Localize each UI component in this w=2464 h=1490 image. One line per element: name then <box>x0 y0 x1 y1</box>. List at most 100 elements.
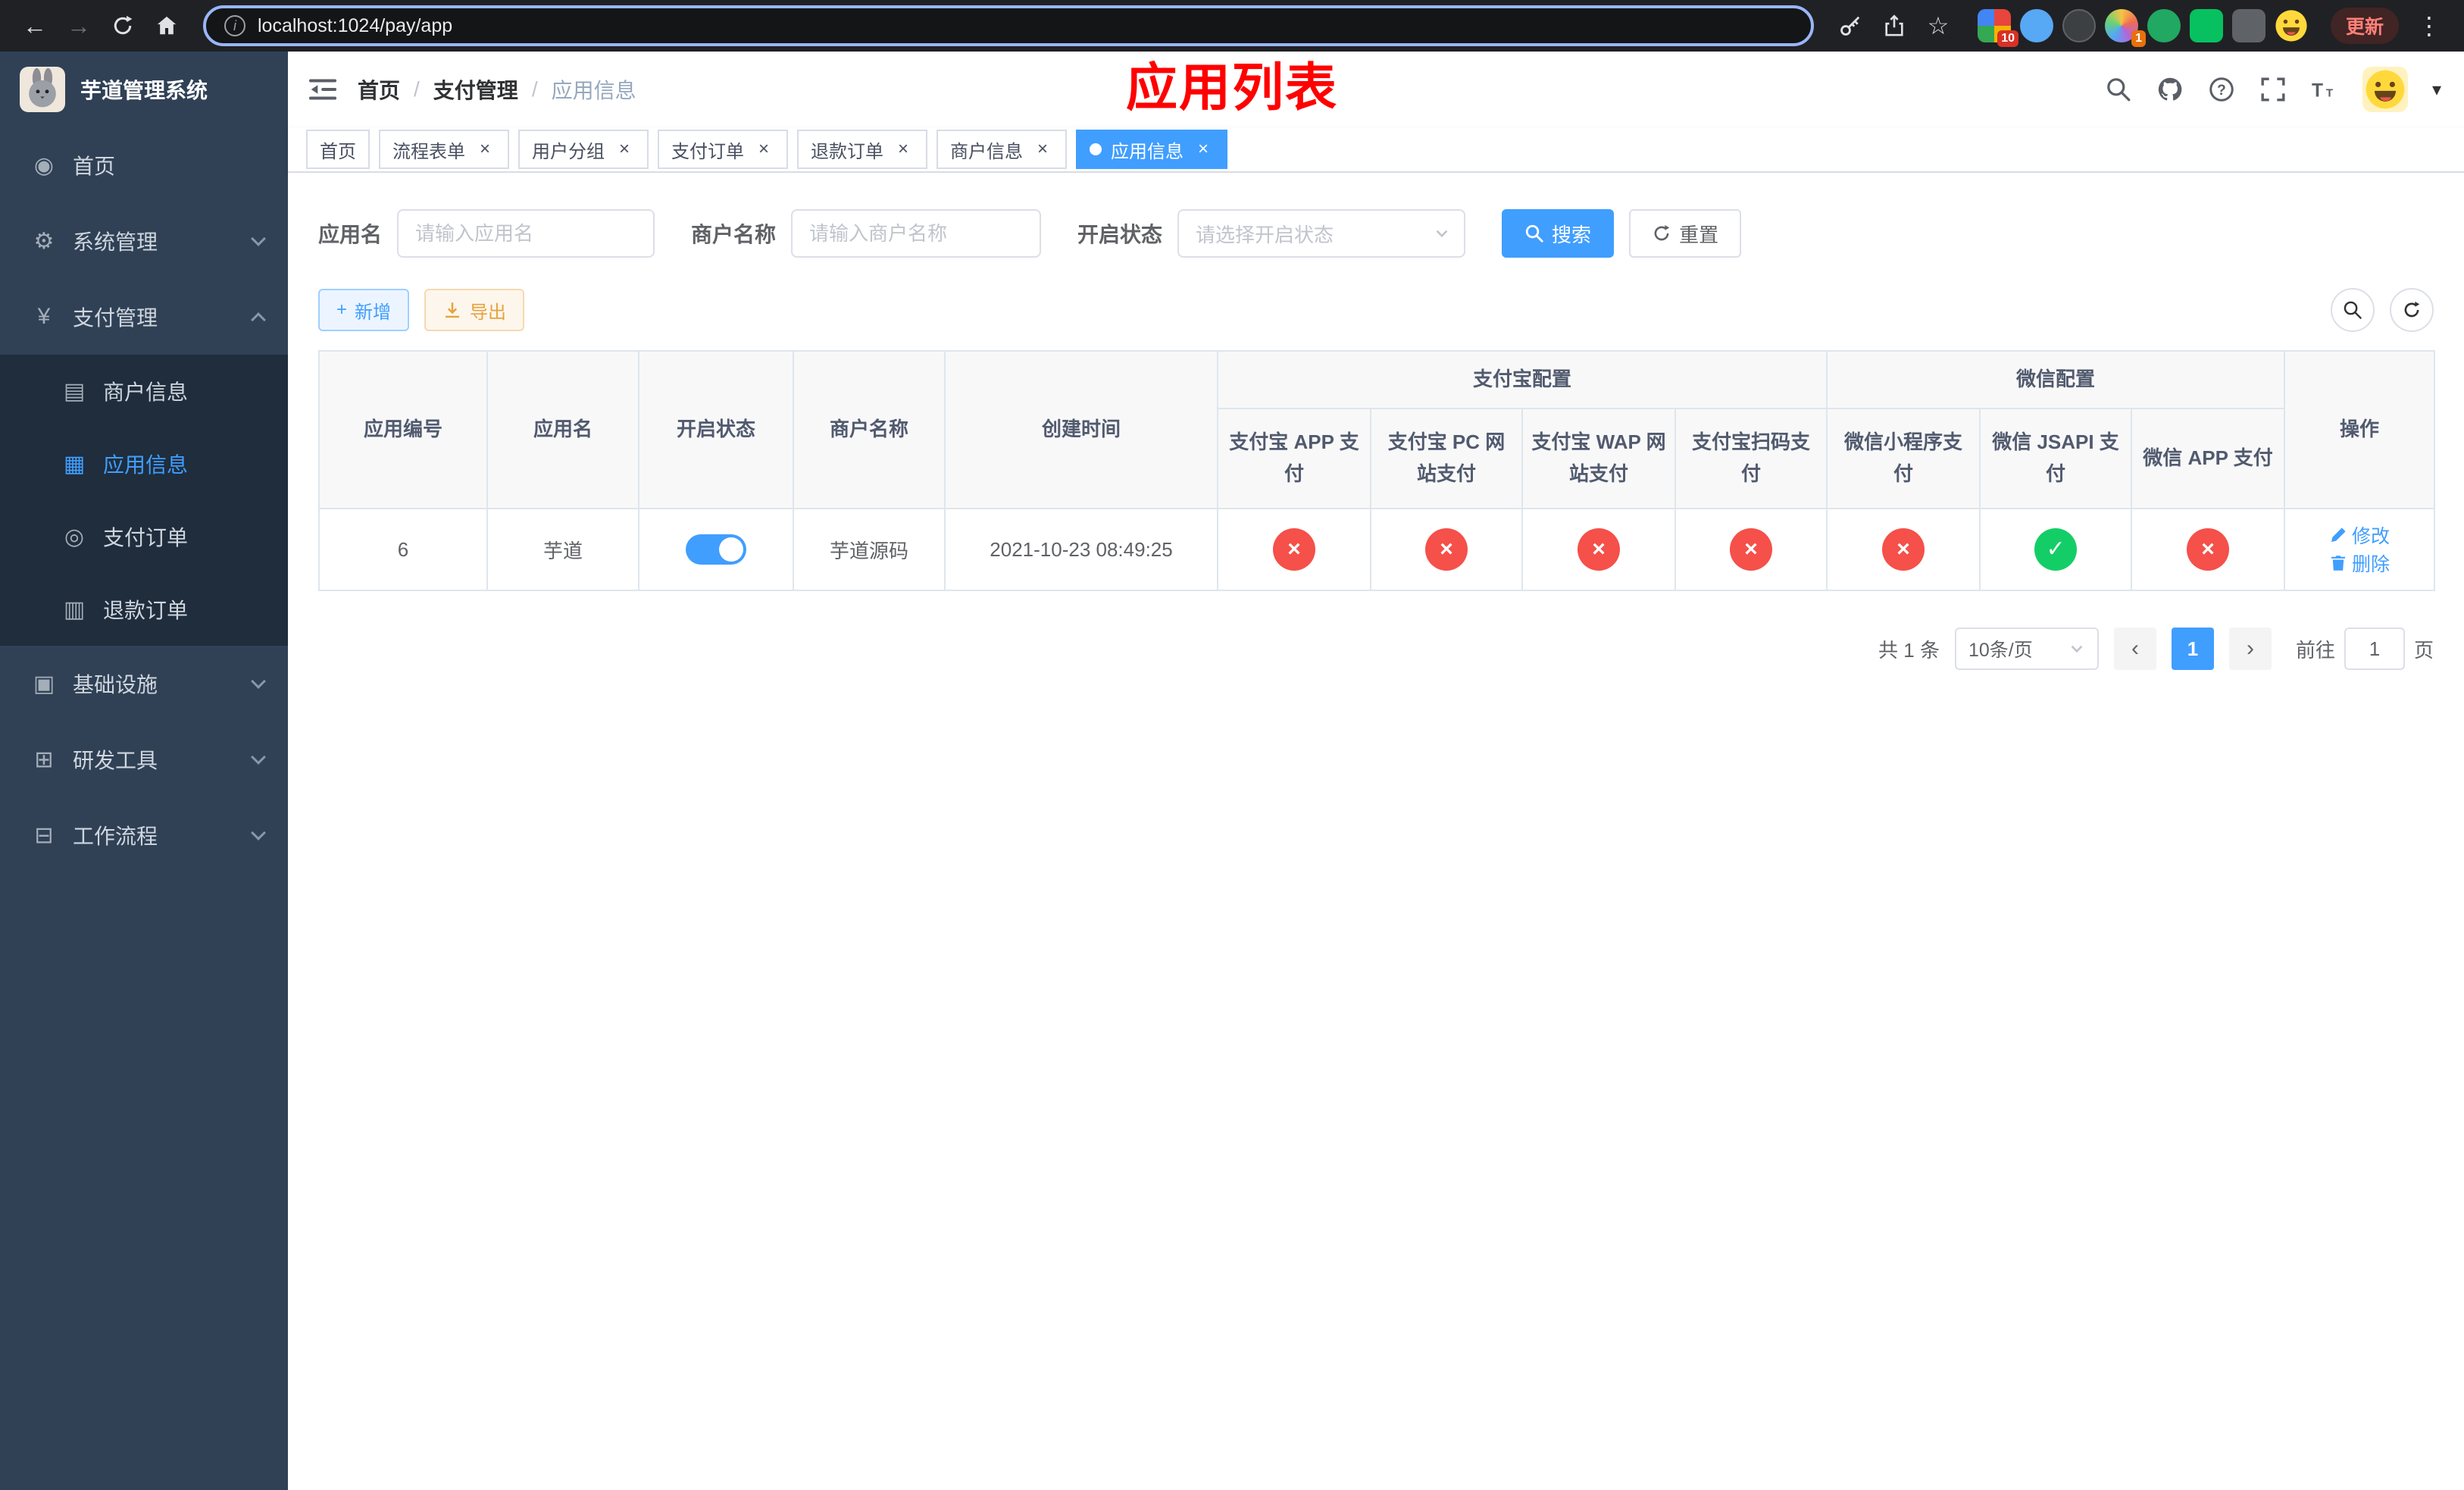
extension-avatar-icon[interactable]: 1 <box>2104 9 2146 47</box>
status-label: 开启状态 <box>1077 223 1163 246</box>
svg-text:T: T <box>2326 86 2334 99</box>
chevron-down-icon <box>2068 640 2085 657</box>
navbar-actions: ? TT ▾ <box>2105 67 2441 112</box>
refresh-table-button[interactable] <box>2390 288 2434 332</box>
edit-link[interactable]: 修改 <box>2329 521 2390 549</box>
search-button[interactable]: 搜索 <box>1502 209 1615 258</box>
toolbox-icon: ⊞ <box>34 747 54 772</box>
font-size-icon[interactable]: TT <box>2311 76 2338 103</box>
sidebar-toggle-icon[interactable] <box>309 77 336 102</box>
briefcase-icon: ⊟ <box>34 822 54 848</box>
breadcrumb-section[interactable]: 支付管理 <box>433 74 518 105</box>
breadcrumb-home[interactable]: 首页 <box>358 74 400 105</box>
tab-home[interactable]: 首页 <box>306 130 370 169</box>
password-key-icon[interactable] <box>1831 6 1870 45</box>
tab-refund-order[interactable]: 退款订单 × <box>797 130 927 169</box>
search-icon[interactable] <box>2105 76 2132 103</box>
cell-alipay-qr: × <box>1674 508 1828 591</box>
monitor-icon: ▣ <box>33 671 55 696</box>
close-icon[interactable]: × <box>1032 139 1053 160</box>
status-toggle[interactable] <box>686 534 746 565</box>
sidebar-item-app-info[interactable]: ▦ 应用信息 <box>0 427 288 500</box>
browser-home-icon[interactable] <box>147 6 186 45</box>
sidebar-item-refund-order[interactable]: ▥ 退款订单 <box>0 573 288 646</box>
browser-update-button[interactable]: 更新 <box>2330 8 2399 44</box>
avatar[interactable] <box>2362 67 2408 112</box>
column-header-alipay-app: 支付宝 APP 支付 <box>1217 408 1371 509</box>
extension-emoji-icon[interactable] <box>2275 9 2308 42</box>
cell-alipay-pc: × <box>1370 508 1523 591</box>
cell-created: 2021-10-23 08:49:25 <box>944 508 1218 591</box>
close-icon[interactable]: × <box>893 139 914 160</box>
tab-label: 应用信息 <box>1111 141 1184 162</box>
page-annotation: 应用列表 <box>1125 59 1339 117</box>
page-size-select[interactable]: 10条/页 <box>1954 628 2099 670</box>
sidebar-item-system[interactable]: ⚙ 系统管理 <box>0 203 288 279</box>
extension-dark-icon[interactable] <box>2062 9 2096 42</box>
browser-forward-icon[interactable]: → <box>59 6 98 45</box>
export-button[interactable]: 导出 <box>424 289 525 331</box>
fullscreen-icon[interactable] <box>2259 76 2287 103</box>
address-bar[interactable]: i localhost:1024/pay/app <box>203 5 1814 46</box>
tab-user-group[interactable]: 用户分组 × <box>518 130 649 169</box>
app-table: 应用编号 应用名 开启状态 商户名称 创建时间 支付宝配置 微信配置 操作 支付… <box>318 350 2436 591</box>
github-icon[interactable] <box>2156 76 2184 103</box>
extension-green-circle-icon[interactable] <box>2147 9 2181 42</box>
column-header-status: 开启状态 <box>638 350 794 509</box>
sidebar-item-home[interactable]: ◉ 首页 <box>0 127 288 203</box>
document-icon: ▥ <box>63 596 86 622</box>
share-icon[interactable] <box>1875 6 1914 45</box>
toggle-search-button[interactable] <box>2331 288 2375 332</box>
close-icon[interactable]: × <box>1193 139 1214 160</box>
app-name-input[interactable] <box>397 209 655 258</box>
tab-process-form[interactable]: 流程表单 × <box>379 130 509 169</box>
browser-refresh-icon[interactable] <box>103 6 142 45</box>
table-row: 6 芋道 芋道源码 2021-10-23 08:49:25 × × × × × <box>318 508 2436 591</box>
help-icon[interactable]: ? <box>2208 76 2235 103</box>
merchant-name-input[interactable] <box>791 209 1042 258</box>
check-status-icon: ✓ <box>2034 528 2078 571</box>
extension-grid-icon[interactable]: 10 <box>1977 9 2018 47</box>
sidebar-item-infrastructure[interactable]: ▣ 基础设施 <box>0 646 288 722</box>
bookmark-star-icon[interactable]: ☆ <box>1918 6 1958 45</box>
breadcrumb: 首页 / 支付管理 / 应用信息 <box>358 74 636 105</box>
avatar-dropdown-caret-icon[interactable]: ▾ <box>2432 79 2441 101</box>
jump-page-input[interactable] <box>2344 628 2405 670</box>
close-icon[interactable]: × <box>753 139 774 160</box>
page-number-button[interactable]: 1 <box>2171 628 2214 670</box>
site-info-icon[interactable]: i <box>224 15 245 36</box>
logo-row[interactable]: 芋道管理系统 <box>0 52 288 127</box>
page-content: 应用名 商户名称 开启状态 请选择开启状态 <box>288 173 2464 1490</box>
sidebar-item-dev-tools[interactable]: ⊞ 研发工具 <box>0 722 288 797</box>
chevron-up-icon <box>251 312 266 327</box>
page-size-value: 10条/页 <box>1968 640 2033 661</box>
extension-wechat-icon[interactable] <box>2189 9 2223 42</box>
close-icon[interactable]: × <box>614 139 635 160</box>
page-jump: 前往 页 <box>2296 628 2434 670</box>
close-icon[interactable]: × <box>474 139 496 160</box>
tab-app-info[interactable]: 应用信息 × <box>1076 130 1227 169</box>
sidebar-item-pay-order[interactable]: ◎ 支付订单 <box>0 500 288 573</box>
toggle-knob <box>719 537 743 562</box>
cell-wx-lite: × <box>1826 508 1981 591</box>
tab-pay-order[interactable]: 支付订单 × <box>658 130 788 169</box>
sidebar-item-workflow[interactable]: ⊟ 工作流程 <box>0 797 288 873</box>
delete-link[interactable]: 删除 <box>2329 549 2390 577</box>
status-select[interactable]: 请选择开启状态 <box>1177 209 1466 258</box>
order-icon: ◎ <box>64 524 85 549</box>
extension-drop-icon[interactable] <box>2019 9 2053 42</box>
filter-app-name: 应用名 <box>318 209 655 258</box>
sidebar-item-payment[interactable]: ¥ 支付管理 <box>0 279 288 355</box>
sidebar-item-merchant-info[interactable]: ▤ 商户信息 <box>0 355 288 427</box>
browser-back-icon[interactable]: ← <box>15 6 55 45</box>
browser-menu-icon[interactable]: ⋮ <box>2409 6 2449 45</box>
add-button[interactable]: + 新增 <box>318 289 410 331</box>
extension-puzzle-icon[interactable] <box>2231 9 2265 42</box>
group-header-wechat: 微信配置 <box>1826 350 2286 409</box>
next-page-button[interactable]: › <box>2228 628 2272 670</box>
tab-merchant-info[interactable]: 商户信息 × <box>937 130 1067 169</box>
tab-label: 用户分组 <box>532 141 605 162</box>
prev-page-button[interactable]: ‹ <box>2113 628 2156 670</box>
column-header-name: 应用名 <box>486 350 639 509</box>
reset-button[interactable]: 重置 <box>1629 209 1742 258</box>
